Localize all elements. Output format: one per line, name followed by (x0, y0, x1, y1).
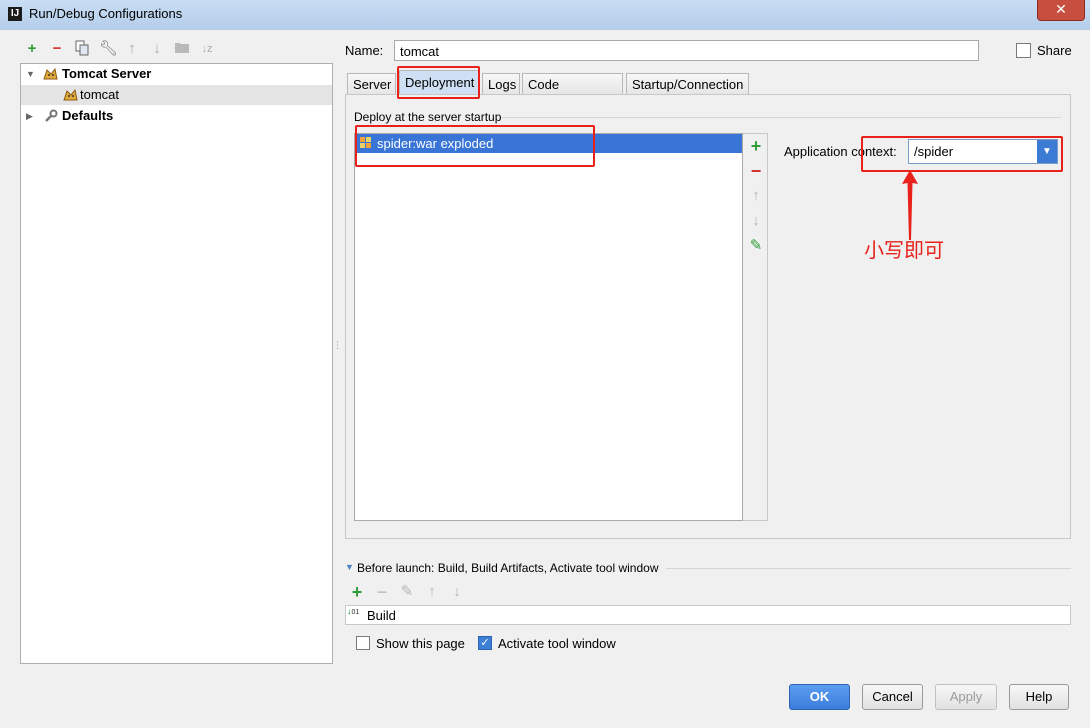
wrench-icon (45, 109, 58, 122)
remove-artifact-icon[interactable]: − (748, 162, 764, 180)
show-this-page-checkbox[interactable] (356, 636, 370, 650)
tree-item-defaults[interactable]: ▶ Defaults (21, 106, 332, 126)
move-down-icon[interactable]: ↓ (748, 213, 764, 229)
tab-logs[interactable]: Logs (482, 73, 520, 94)
show-this-page-label: Show this page (376, 636, 465, 651)
tree-item-label: tomcat (80, 87, 120, 102)
activate-tool-window-checkbox[interactable]: ✓ (478, 636, 492, 650)
annotation-box-deployment-tab (397, 66, 480, 99)
name-input[interactable]: tomcat (394, 40, 979, 61)
annotation-box-context (861, 136, 1063, 172)
tomcat-icon (43, 67, 58, 80)
arrow-down-icon[interactable]: ↓ (149, 40, 165, 58)
wrench-icon[interactable]: 🔧︎ (99, 40, 118, 58)
tab-startup-connection[interactable]: Startup/Connection (626, 73, 749, 94)
share-label: Share (1037, 43, 1072, 58)
tab-server[interactable]: Server (347, 73, 396, 94)
artifact-list[interactable] (354, 133, 743, 521)
before-launch-list[interactable] (345, 605, 1071, 625)
move-down-icon[interactable]: ↓ (449, 583, 465, 601)
title-bar[interactable]: IJ Run/Debug Configurations ✕ (0, 0, 1090, 30)
deploy-section-title: Deploy at the server startup (354, 110, 502, 124)
collapse-arrow-icon[interactable]: ▶ (26, 106, 33, 126)
folder-icon[interactable] (174, 40, 190, 58)
section-divider (666, 568, 1071, 569)
annotation-arrow-icon (902, 170, 918, 240)
copy-icon[interactable] (74, 40, 90, 58)
annotation-note: 小写即可 (864, 238, 944, 262)
expand-arrow-icon[interactable]: ▼ (26, 64, 35, 84)
close-button[interactable]: ✕ (1037, 0, 1085, 21)
remove-task-icon[interactable]: − (374, 583, 390, 601)
name-label: Name: (345, 43, 384, 58)
remove-icon[interactable]: − (49, 40, 65, 58)
add-artifact-icon[interactable]: + (748, 137, 764, 155)
section-divider (502, 117, 1061, 118)
activate-tool-window-label: Activate tool window (498, 636, 616, 651)
move-up-icon[interactable]: ↑ (748, 188, 764, 204)
annotation-box-artifact (355, 125, 595, 167)
cancel-button[interactable]: Cancel (862, 684, 923, 710)
tree-item-tomcat-server[interactable]: ▼ Tomcat Server (21, 64, 332, 84)
add-icon[interactable]: + (24, 40, 40, 58)
apply-button[interactable]: Apply (935, 684, 997, 710)
share-checkbox[interactable] (1016, 43, 1031, 58)
tree-item-tomcat[interactable]: tomcat (21, 85, 332, 105)
move-up-icon[interactable]: ↑ (424, 583, 440, 601)
configuration-tree[interactable]: ▼ Tomcat Server tomcat ▶ Defaults (20, 63, 333, 664)
arrow-up-icon[interactable]: ↑ (124, 40, 140, 58)
tree-item-label: Defaults (62, 108, 114, 123)
collapse-arrow-icon[interactable]: ▼ (345, 562, 354, 572)
sort-az-icon[interactable]: ↓z (199, 40, 215, 58)
add-task-icon[interactable]: + (349, 583, 365, 601)
intellij-app-icon: IJ (8, 7, 22, 21)
build-icon: ↓01 (347, 606, 360, 617)
edit-pencil-icon[interactable]: ✎ (748, 238, 764, 254)
ok-button[interactable]: OK (789, 684, 850, 710)
tree-item-label: Tomcat Server (62, 66, 152, 81)
tab-code-coverage[interactable]: Code Coverage (522, 73, 623, 113)
tomcat-icon (63, 88, 78, 101)
window-title: Run/Debug Configurations (29, 6, 183, 21)
before-launch-title[interactable]: Before launch: Build, Build Artifacts, A… (357, 561, 659, 575)
before-launch-task[interactable]: Build (367, 608, 396, 623)
edit-task-icon[interactable]: ✎ (399, 583, 415, 601)
help-button[interactable]: Help (1009, 684, 1069, 710)
splitter-handle[interactable]: ⋮ (333, 340, 342, 354)
